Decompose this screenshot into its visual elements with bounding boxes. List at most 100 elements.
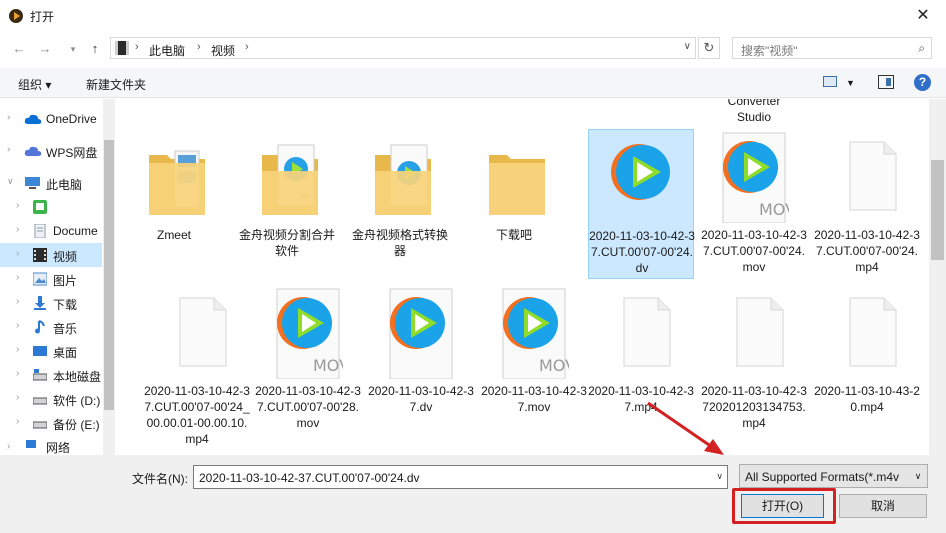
sidebar-item-network[interactable]: › 网络: [0, 440, 102, 455]
chevron-down-icon[interactable]: ∨: [909, 465, 927, 487]
expand-chevron-icon[interactable]: ›: [16, 344, 19, 355]
video-file-icon: [389, 288, 453, 379]
expand-chevron-icon[interactable]: ›: [16, 296, 19, 307]
svg-text:MOV: MOV: [539, 356, 569, 375]
preview-pane-icon[interactable]: [878, 75, 894, 89]
breadcrumb-chevron-icon[interactable]: ›: [135, 41, 139, 53]
file-label: 2020-11-03-10-42-37.mp4: [588, 384, 694, 414]
refresh-button[interactable]: ↻: [698, 37, 720, 59]
chevron-down-icon[interactable]: ∨: [716, 471, 723, 482]
video-file-icon: [611, 144, 670, 200]
sidebar-item-label: 网络: [46, 441, 71, 455]
sidebar-item-drive-d[interactable]: › 软件 (D:): [0, 387, 102, 411]
view-mode-chevron-icon[interactable]: ▼: [846, 78, 855, 88]
new-folder-button[interactable]: 新建文件夹: [86, 76, 146, 93]
address-dropdown-icon[interactable]: ∨: [684, 41, 691, 52]
sidebar-item-label: 备份 (E:): [53, 418, 100, 432]
breadcrumb-chevron-icon[interactable]: ›: [245, 41, 249, 53]
expand-chevron-icon[interactable]: ›: [16, 368, 19, 379]
sidebar-item-music[interactable]: › 音乐: [0, 315, 102, 339]
file-item[interactable]: 2020-11-03-10-42-37.mp4: [588, 285, 694, 435]
expand-chevron-icon[interactable]: ›: [16, 224, 19, 235]
search-input[interactable]: 搜索"视频" ⌕: [732, 37, 932, 59]
help-icon[interactable]: ?: [914, 74, 931, 91]
navigation-pane: › OneDrive › WPS网盘 ∨ 此电脑 › › Docume › 视频…: [0, 99, 115, 455]
sidebar-item-label: 视频: [53, 250, 78, 264]
file-label: 金舟视频格式转换器: [351, 228, 448, 258]
back-arrow-icon[interactable]: ←: [10, 40, 28, 58]
close-button[interactable]: ✕: [900, 0, 946, 32]
file-item[interactable]: 金舟视频格式转换器: [347, 129, 453, 279]
sidebar-item-label: OneDrive: [46, 112, 97, 126]
sidebar-item-documents[interactable]: › Docume: [0, 219, 102, 243]
sidebar-item-downloads[interactable]: › 下载: [0, 291, 102, 315]
computer-icon: [25, 177, 40, 189]
recent-locations-chevron-icon[interactable]: ▾: [64, 40, 82, 58]
video-icon: [33, 248, 47, 262]
expand-chevron-icon[interactable]: ›: [7, 112, 10, 123]
file-type-select[interactable]: All Supported Formats(*.m4v ∨: [739, 464, 928, 488]
breadcrumb-videos[interactable]: 视频: [211, 42, 235, 59]
file-item[interactable]: MP4 金舟视频分割合并软件: [234, 129, 340, 279]
sidebar-item-drive-e[interactable]: › 备份 (E:): [0, 411, 102, 435]
drive-icon: [33, 421, 47, 429]
file-item[interactable]: MOV 2020-11-03-10-42-37.mov: [481, 285, 587, 435]
sidebar-item-label: 此电脑: [46, 178, 83, 192]
expand-chevron-icon[interactable]: ›: [16, 248, 19, 259]
sidebar-item-videos[interactable]: › 视频: [0, 243, 102, 267]
sidebar-scrollbar-thumb[interactable]: [104, 140, 114, 410]
sidebar-item-wps-cloud[interactable]: › WPS网盘: [0, 139, 102, 163]
music-icon: [35, 320, 45, 334]
file-label: 2020-11-03-10-42-37.CUT.00'07-00'24.mov: [701, 228, 807, 274]
sidebar-item-label: 桌面: [53, 346, 78, 360]
organize-menu[interactable]: 组织 ▾: [18, 76, 51, 93]
file-item[interactable]: MOV 2020-11-03-10-42-37.CUT.00'07-00'24.…: [701, 129, 807, 279]
svg-text:MOV: MOV: [313, 356, 343, 375]
expand-chevron-icon[interactable]: ›: [16, 320, 19, 331]
file-item-selected[interactable]: 2020-11-03-10-42-37.CUT.00'07-00'24.dv: [588, 129, 695, 279]
sidebar-item-local-disk[interactable]: › 本地磁盘: [0, 363, 102, 387]
cancel-button[interactable]: 取消: [839, 494, 927, 518]
file-item[interactable]: 下载吧: [461, 129, 567, 279]
file-label-partial: Converter Studio: [727, 99, 781, 124]
expand-chevron-icon[interactable]: ›: [16, 272, 19, 283]
file-label: 2020-11-03-10-42-37.CUT.00'07-00'24.mp4: [814, 228, 920, 274]
sidebar-item-label: 下载: [53, 298, 78, 312]
collapse-chevron-icon[interactable]: ∨: [7, 176, 14, 187]
blank-file-icon: [623, 297, 671, 367]
address-bar[interactable]: › 此电脑 › 视频 › ∨: [110, 37, 696, 59]
desktop-icon: [33, 346, 47, 356]
file-item[interactable]: 2020-11-03-10-42-37.CUT.00'07-00'24.mp4: [814, 129, 920, 279]
file-item[interactable]: MOV 2020-11-03-10-42-37.CUT.00'07-00'28.…: [255, 285, 361, 435]
sidebar-item-desktop[interactable]: › 桌面: [0, 339, 102, 363]
sidebar-item-app[interactable]: ›: [0, 195, 102, 219]
sidebar-item-label: Docume: [53, 224, 98, 238]
search-placeholder: 搜索"视频": [741, 44, 798, 58]
breadcrumb-chevron-icon[interactable]: ›: [197, 41, 201, 53]
expand-chevron-icon[interactable]: ›: [7, 144, 10, 155]
sidebar-item-onedrive[interactable]: › OneDrive: [0, 107, 102, 131]
forward-arrow-icon[interactable]: →: [36, 40, 54, 58]
file-item[interactable]: 2020-11-03-10-42-3720201203134753.mp4: [701, 285, 807, 435]
sidebar-item-this-pc[interactable]: ∨ 此电脑: [0, 171, 102, 195]
up-arrow-icon[interactable]: ↑: [86, 40, 104, 58]
video-file-icon: MOV: [502, 288, 569, 379]
file-item[interactable]: Zmeet: [121, 129, 227, 279]
file-item[interactable]: 2020-11-03-10-42-37.CUT.00'07-00'24_00.0…: [144, 285, 250, 446]
breadcrumb-this-pc[interactable]: 此电脑: [149, 42, 185, 59]
sidebar-item-pictures[interactable]: › 图片: [0, 267, 102, 291]
cloud-icon: [24, 114, 42, 124]
video-file-icon: MOV: [276, 288, 343, 379]
file-item[interactable]: 2020-11-03-10-43-20.mp4: [814, 285, 920, 435]
file-item[interactable]: 2020-11-03-10-42-37.dv: [368, 285, 474, 435]
folder-icon: MP4: [262, 144, 318, 215]
view-mode-icon[interactable]: [823, 76, 837, 87]
expand-chevron-icon[interactable]: ›: [7, 441, 10, 452]
expand-chevron-icon[interactable]: ›: [16, 200, 19, 211]
expand-chevron-icon[interactable]: ›: [16, 416, 19, 427]
expand-chevron-icon[interactable]: ›: [16, 392, 19, 403]
cloud-icon: [24, 146, 42, 156]
file-list-scrollbar[interactable]: [929, 99, 946, 455]
file-list-scrollbar-thumb[interactable]: [931, 160, 944, 260]
filename-input[interactable]: 2020-11-03-10-42-37.CUT.00'07-00'24.dv ∨: [193, 465, 728, 489]
